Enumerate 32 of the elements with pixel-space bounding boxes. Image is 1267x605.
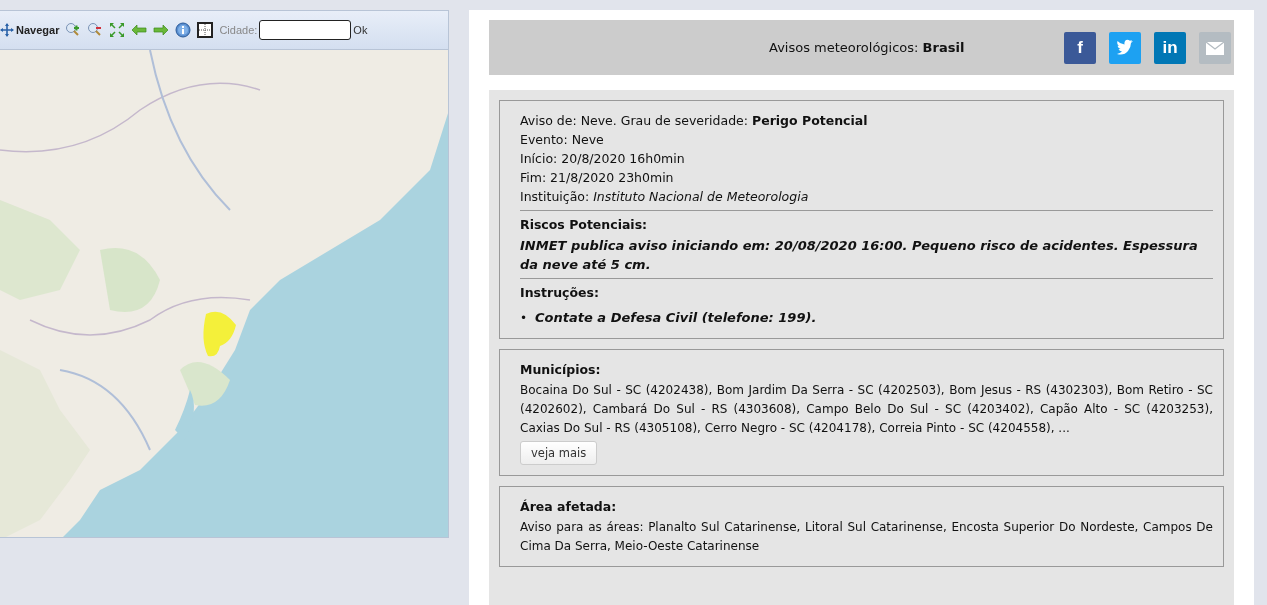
- pan-button[interactable]: Navegar: [0, 23, 60, 37]
- expand-arrows-icon[interactable]: [109, 22, 126, 38]
- section-title: Área afetada:: [520, 498, 618, 516]
- section-title: Riscos Potenciais:: [520, 216, 649, 234]
- alert-detail: Evento: Neve: [520, 131, 605, 149]
- bullet: •: [520, 310, 528, 327]
- risk-text: INMET publica aviso iniciando em: 20/08/2020 16:00. Pequeno risco de acidentes. Espessura da neve até 5 cm.: [520, 237, 1199, 274]
- facebook-share-button[interactable]: f: [1064, 31, 1096, 64]
- ok-button[interactable]: Ok: [353, 24, 368, 36]
- move-icon: [0, 23, 14, 37]
- right-arrow-icon[interactable]: [153, 22, 170, 38]
- city-field[interactable]: [259, 20, 352, 40]
- more-button[interactable]: veja mais: [520, 441, 598, 465]
- instruction-item: Contate a Defesa Civil (telefone: 199).: [535, 309, 817, 327]
- email-share-button[interactable]: [1199, 31, 1231, 64]
- header-title: Avisos meteorológicos: Brasil: [769, 40, 965, 55]
- alert-detail: Instituição: Instituto Nacional de Meteorologia: [520, 188, 810, 206]
- twitter-share-button[interactable]: [1109, 31, 1141, 64]
- alert-detail: Aviso de: Neve. Grau de severidade: Perigo Potencial: [520, 112, 869, 130]
- city-label: Cidade:: [219, 24, 258, 36]
- alert-detail: Fim: 21/8/2020 23h0min: [520, 169, 675, 187]
- info-icon[interactable]: [175, 22, 192, 38]
- municipalities-text: Bocaina Do Sul - SC (4202438), Bom Jardim Da Serra - SC (4202503), Bom Jesus - RS (4302303), Bom Retiro - SC (4202602), Cambará Do Sul - RS (4303608), Campo Belo Do Sul - SC (4203402), Capão Alto - SC (4203253), Caxias Do Sul - RS (4305108), Cerro Negro - SC (4204178), Correia Pinto - SC (4204558), ...: [520, 382, 1213, 437]
- section-title: Instruções:: [520, 284, 600, 302]
- zoom-in-icon[interactable]: [65, 22, 82, 38]
- alert-detail: Início: 20/8/2020 16h0min: [520, 150, 686, 168]
- linkedin-share-button[interactable]: in: [1154, 31, 1186, 64]
- grid-icon[interactable]: [197, 22, 214, 38]
- area-text: Aviso para as áreas: Planalto Sul Catarinense, Litoral Sul Catarinense, Encosta Superior Do Nordeste, Campos De Cima Da Serra, Meio-Oeste Catarinense: [520, 519, 1213, 555]
- zoom-out-icon[interactable]: [87, 22, 104, 38]
- left-arrow-icon[interactable]: [131, 22, 148, 38]
- section-title: Municípios:: [520, 361, 602, 379]
